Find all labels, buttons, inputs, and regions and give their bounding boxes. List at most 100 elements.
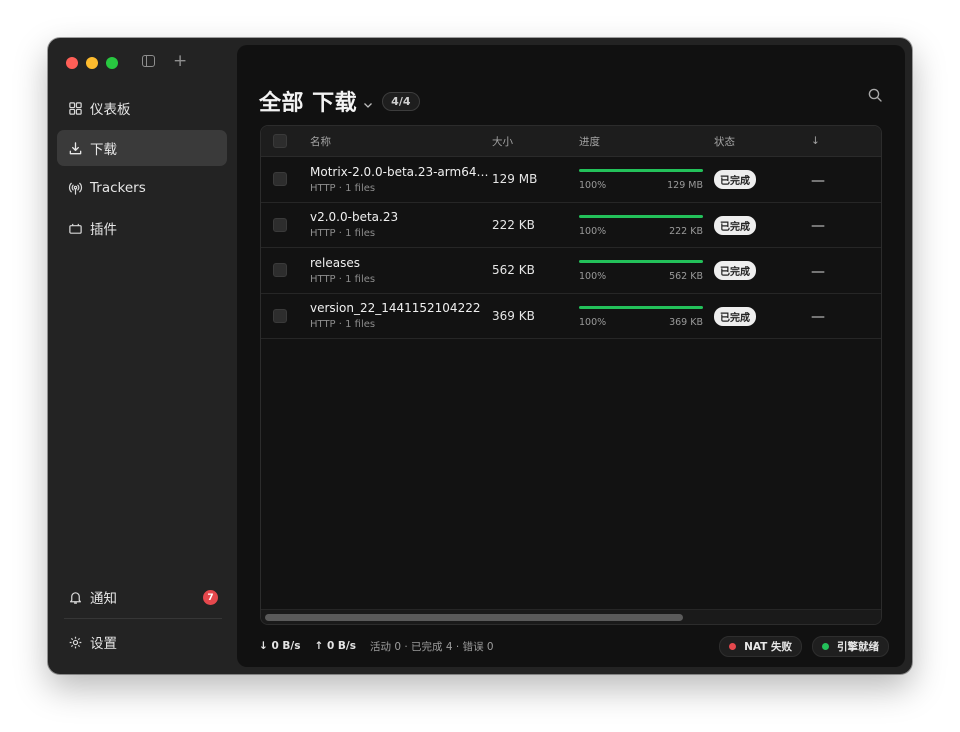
close-window-button[interactable] [66, 57, 78, 69]
file-name: releases [310, 255, 361, 270]
table-row[interactable]: releases HTTP · 1 files 562 KB 100% 562 … [261, 248, 881, 294]
horizontal-scrollbar[interactable] [261, 609, 881, 624]
sidebar-item-label: 通知 [90, 591, 117, 607]
status-badge: 已完成 [714, 306, 756, 326]
progress-percent: 100% [579, 316, 607, 328]
file-size: 222 KB [492, 217, 535, 232]
table-header: 名称 大小 进度 状态 ↓ [261, 126, 881, 157]
status-bar: ↓ 0 B/s ↑ 0 B/s 活动 0 · 已完成 4 · 错误 0 NAT … [259, 635, 889, 657]
progress-fill [579, 214, 703, 218]
task-count-badge: 4/4 [382, 91, 420, 111]
row-extra: — [811, 218, 825, 235]
window-controls [66, 57, 118, 69]
progress-percent: 100% [579, 271, 607, 283]
plugin-icon [67, 220, 83, 236]
progress-amount: 222 KB [669, 225, 703, 237]
engine-status-label: 引擎就绪 [837, 640, 879, 653]
scrollbar-thumb[interactable] [265, 614, 683, 621]
download-speed: ↓ 0 B/s [259, 640, 301, 652]
file-size: 129 MB [492, 172, 538, 187]
sidebar-item-trackers[interactable]: Trackers [57, 170, 227, 206]
engine-status-pill[interactable]: 引擎就绪 [812, 635, 889, 657]
row-extra: — [811, 263, 825, 280]
column-progress[interactable]: 进度 [579, 134, 714, 149]
table-row[interactable]: v2.0.0-beta.23 HTTP · 1 files 222 KB 100… [261, 203, 881, 248]
progress-percent: 100% [579, 225, 607, 237]
progress-cell: 100% 369 KB [579, 304, 714, 328]
progress-cell: 100% 129 MB [579, 167, 714, 191]
table-row[interactable]: Motrix-2.0.0-beta.23-arm64.dmg HTTP · 1 … [261, 157, 881, 203]
sidebar-nav: 仪表板 下载 Trackers 插件 [57, 90, 227, 250]
task-stats: 活动 0 · 已完成 4 · 错误 0 [370, 640, 494, 653]
engine-status-dot [822, 642, 829, 650]
sidebar-item-plugins[interactable]: 插件 [57, 210, 227, 246]
new-task-plus-icon[interactable]: + [173, 53, 187, 70]
sidebar-divider [64, 618, 222, 619]
main-panel: 全部 下载 4/4 名称 大小 进度 状态 ↓ Motrix-2.0.0-bet… [237, 45, 905, 667]
download-icon [67, 140, 83, 156]
progress-bar [579, 305, 703, 309]
row-checkbox[interactable] [273, 263, 287, 278]
progress-cell: 100% 222 KB [579, 213, 714, 237]
sidebar-controls: + [142, 53, 187, 70]
minimize-window-button[interactable] [86, 57, 98, 69]
status-badge: 已完成 [714, 215, 756, 235]
column-size[interactable]: 大小 [492, 134, 579, 149]
sidebar-item-label: Trackers [90, 180, 146, 196]
notification-count-badge: 7 [203, 590, 218, 605]
progress-amount: 562 KB [669, 271, 703, 283]
progress-amount: 369 KB [669, 316, 703, 328]
status-badge: 已完成 [714, 261, 756, 281]
column-name[interactable]: 名称 [310, 134, 492, 149]
sidebar-item-label: 插件 [90, 222, 117, 238]
progress-percent: 100% [579, 180, 607, 192]
row-extra: — [811, 309, 825, 326]
app-window: + 仪表板 下载 Trackers 插件 通知 7 设置 全部 下载 4/4 名… [48, 38, 912, 674]
status-badge: 已完成 [714, 170, 756, 190]
progress-fill [579, 169, 703, 173]
search-icon[interactable] [867, 87, 883, 103]
sidebar: + 仪表板 下载 Trackers 插件 通知 7 设置 [48, 38, 237, 674]
nat-status-dot [729, 642, 737, 650]
table-row[interactable]: version_22_1441152104222 HTTP · 1 files … [261, 294, 881, 339]
dashboard-icon [67, 100, 83, 116]
sidebar-item-label: 设置 [90, 636, 117, 652]
table-body: Motrix-2.0.0-beta.23-arm64.dmg HTTP · 1 … [261, 157, 881, 339]
sidebar-bottom-settings: 设置 [57, 624, 227, 664]
zoom-window-button[interactable] [106, 57, 118, 69]
column-status[interactable]: 状态 [714, 134, 811, 149]
sidebar-item-dashboard[interactable]: 仪表板 [57, 90, 227, 126]
file-name: v2.0.0-beta.23 [310, 210, 399, 225]
row-checkbox[interactable] [273, 172, 287, 187]
progress-amount: 129 MB [667, 180, 703, 192]
progress-fill [579, 260, 703, 264]
progress-bar [579, 260, 703, 264]
nat-status-label: NAT 失败 [744, 640, 792, 653]
broadcast-icon [67, 180, 83, 196]
file-name: Motrix-2.0.0-beta.23-arm64.dmg [310, 164, 492, 179]
progress-bar [579, 214, 703, 218]
file-size: 369 KB [492, 308, 535, 323]
progress-cell: 100% 562 KB [579, 258, 714, 282]
sidebar-item-label: 仪表板 [90, 102, 131, 118]
page-header: 全部 下载 4/4 [259, 85, 420, 117]
column-sort-arrow[interactable]: ↓ [811, 135, 871, 147]
file-name: version_22_1441152104222 [310, 301, 481, 316]
select-all-checkbox[interactable] [273, 134, 287, 148]
progress-bar [579, 169, 703, 173]
row-checkbox[interactable] [273, 308, 287, 323]
sidebar-item-settings[interactable]: 设置 [57, 624, 227, 660]
nat-status-pill[interactable]: NAT 失败 [719, 635, 802, 657]
file-size: 562 KB [492, 263, 535, 278]
file-protocol: HTTP · 1 files [310, 273, 376, 285]
bell-icon [67, 589, 83, 605]
file-protocol: HTTP · 1 files [310, 182, 376, 194]
upload-speed: ↑ 0 B/s [314, 640, 357, 652]
sidebar-toggle-icon[interactable] [142, 55, 155, 67]
downloads-table: 名称 大小 进度 状态 ↓ Motrix-2.0.0-beta.23-arm64… [260, 125, 882, 625]
sidebar-item-notifications[interactable]: 通知 7 [57, 579, 227, 615]
row-extra: — [811, 172, 825, 189]
sidebar-item-downloads[interactable]: 下载 [57, 130, 227, 166]
row-checkbox[interactable] [273, 217, 287, 232]
chevron-down-icon[interactable] [363, 94, 373, 113]
